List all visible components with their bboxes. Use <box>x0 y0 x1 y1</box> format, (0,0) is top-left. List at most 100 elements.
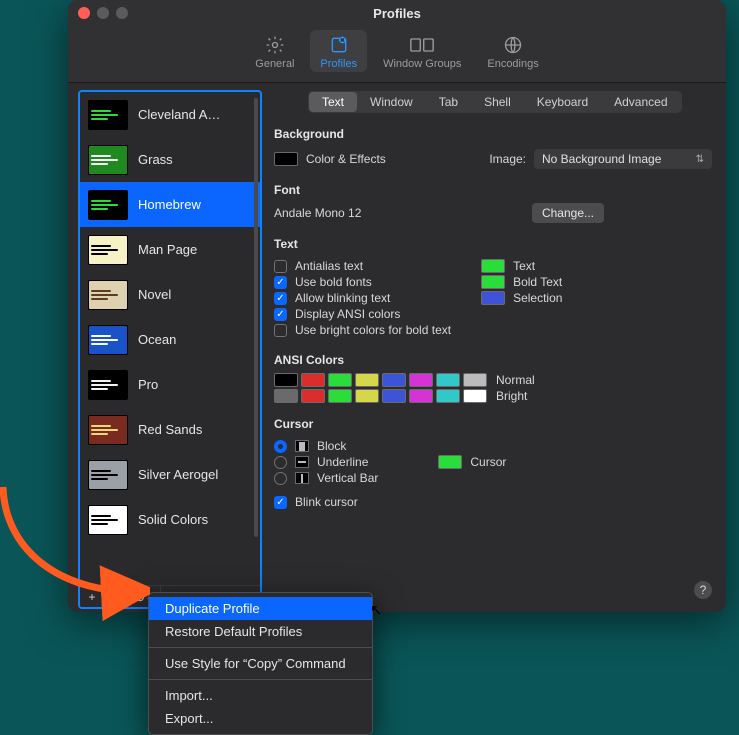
cursor-color-well[interactable]: Cursor <box>438 439 506 485</box>
ansi-color-well[interactable] <box>274 389 298 403</box>
profile-name: Grass <box>138 152 173 167</box>
ansi-color-well[interactable] <box>355 389 379 403</box>
profile-row[interactable]: Homebrew <box>80 182 260 227</box>
tab-shell[interactable]: Shell <box>471 92 524 112</box>
profile-thumbnail <box>88 415 128 445</box>
menu-item[interactable]: Use Style for “Copy” Command <box>149 652 372 675</box>
radio[interactable] <box>274 440 287 453</box>
option-label: Use bright colors for bold text <box>295 323 451 337</box>
profile-actions-menu: Duplicate ProfileRestore Default Profile… <box>148 592 373 735</box>
color-well[interactable]: Selection <box>481 291 562 305</box>
ansi-color-well[interactable] <box>382 389 406 403</box>
background-color-well[interactable]: Color & Effects <box>274 152 386 166</box>
profile-thumbnail <box>88 505 128 535</box>
menu-item[interactable]: Export... <box>149 707 372 730</box>
section-font-title: Font <box>274 183 712 197</box>
checkbox[interactable] <box>274 324 287 337</box>
profile-row[interactable]: Man Page <box>80 227 260 272</box>
ansi-color-well[interactable] <box>436 373 460 387</box>
profile-name: Man Page <box>138 242 197 257</box>
titlebar[interactable]: Profiles <box>68 0 726 26</box>
toolbar-label: Window Groups <box>383 58 461 70</box>
radio[interactable] <box>274 456 287 469</box>
remove-profile-button[interactable]: − <box>105 586 130 608</box>
settings-panel: TextWindowTabShellKeyboardAdvanced Backg… <box>262 83 726 609</box>
toolbar-label: General <box>255 58 294 70</box>
radio[interactable] <box>274 472 287 485</box>
ansi-color-well[interactable] <box>382 373 406 387</box>
color-label: Selection <box>513 291 562 305</box>
profile-thumbnail <box>88 325 128 355</box>
checkbox[interactable] <box>274 260 287 273</box>
profile-row[interactable]: Cleveland A… <box>80 92 260 137</box>
color-label: Bold Text <box>513 275 562 289</box>
ansi-color-well[interactable] <box>409 389 433 403</box>
profile-row[interactable]: Novel <box>80 272 260 317</box>
background-image-value: No Background Image <box>542 152 661 166</box>
ansi-row-label: Normal <box>496 373 535 387</box>
profile-row[interactable]: Red Sands <box>80 407 260 452</box>
profile-row[interactable]: Ocean <box>80 317 260 362</box>
ansi-color-well[interactable] <box>301 373 325 387</box>
ansi-color-well[interactable] <box>301 389 325 403</box>
help-button[interactable]: ? <box>694 581 712 599</box>
window-title: Profiles <box>68 6 726 21</box>
tab-window[interactable]: Window <box>357 92 426 112</box>
profile-row[interactable]: Solid Colors <box>80 497 260 542</box>
toolbar-profiles[interactable]: Profiles <box>310 30 367 72</box>
color-label: Text <box>513 259 535 273</box>
profile-name: Solid Colors <box>138 512 208 527</box>
toolbar-encodings[interactable]: Encodings <box>477 30 548 72</box>
cursor-preview-icon <box>295 456 309 468</box>
ansi-color-well[interactable] <box>355 373 379 387</box>
option-label: Display ANSI colors <box>295 307 400 321</box>
toolbar-general[interactable]: General <box>245 30 304 72</box>
color-well-icon <box>438 455 462 469</box>
profile-name: Cleveland A… <box>138 107 220 122</box>
ansi-color-well[interactable] <box>328 373 352 387</box>
profile-thumbnail <box>88 280 128 310</box>
ansi-color-well[interactable] <box>274 373 298 387</box>
color-well[interactable]: Text <box>481 259 562 273</box>
tab-text[interactable]: Text <box>309 92 357 112</box>
blink-cursor-checkbox[interactable]: ✓ <box>274 496 287 509</box>
add-profile-button[interactable]: + <box>80 586 105 608</box>
profile-icon <box>327 34 351 56</box>
toolbar-groups[interactable]: Window Groups <box>373 30 471 72</box>
background-image-select[interactable]: No Background Image ⇅ <box>534 149 712 169</box>
tab-bar: TextWindowTabShellKeyboardAdvanced <box>308 91 682 113</box>
ansi-color-well[interactable] <box>409 373 433 387</box>
checkbox[interactable]: ✓ <box>274 308 287 321</box>
profile-row[interactable]: Pro <box>80 362 260 407</box>
profile-row[interactable]: Silver Aerogel <box>80 452 260 497</box>
profile-thumbnail <box>88 235 128 265</box>
cursor-shape-label: Underline <box>317 455 368 469</box>
tab-keyboard[interactable]: Keyboard <box>524 92 601 112</box>
profile-thumbnail <box>88 190 128 220</box>
scrollbar[interactable] <box>254 98 258 537</box>
tab-tab[interactable]: Tab <box>426 92 471 112</box>
profile-thumbnail <box>88 460 128 490</box>
preferences-window: Profiles General Profiles Window Groups Enc… <box>68 0 726 612</box>
menu-item[interactable]: Restore Default Profiles <box>149 620 372 643</box>
checkbox[interactable]: ✓ <box>274 276 287 289</box>
profile-row[interactable]: Grass <box>80 137 260 182</box>
color-well-icon <box>481 259 505 273</box>
ansi-color-well[interactable] <box>328 389 352 403</box>
change-font-button[interactable]: Change... <box>532 203 604 223</box>
cursor-shape-options: BlockUnderlineVertical Bar <box>274 437 378 487</box>
ansi-color-well[interactable] <box>463 373 487 387</box>
ansi-color-well[interactable] <box>436 389 460 403</box>
font-value: Andale Mono 12 <box>274 206 361 220</box>
menu-item[interactable]: Duplicate Profile <box>149 597 372 620</box>
checkbox[interactable]: ✓ <box>274 292 287 305</box>
profile-name: Red Sands <box>138 422 202 437</box>
ansi-color-well[interactable] <box>463 389 487 403</box>
toolbar-label: Profiles <box>320 58 357 70</box>
menu-item[interactable]: Import... <box>149 684 372 707</box>
chevron-updown-icon: ⇅ <box>696 154 704 165</box>
profile-list[interactable]: Cleveland A… Grass Homebrew Man Page NovelOc… <box>80 92 260 585</box>
color-well[interactable]: Bold Text <box>481 275 562 289</box>
tab-advanced[interactable]: Advanced <box>601 92 680 112</box>
cursor-preview-icon <box>295 440 309 452</box>
